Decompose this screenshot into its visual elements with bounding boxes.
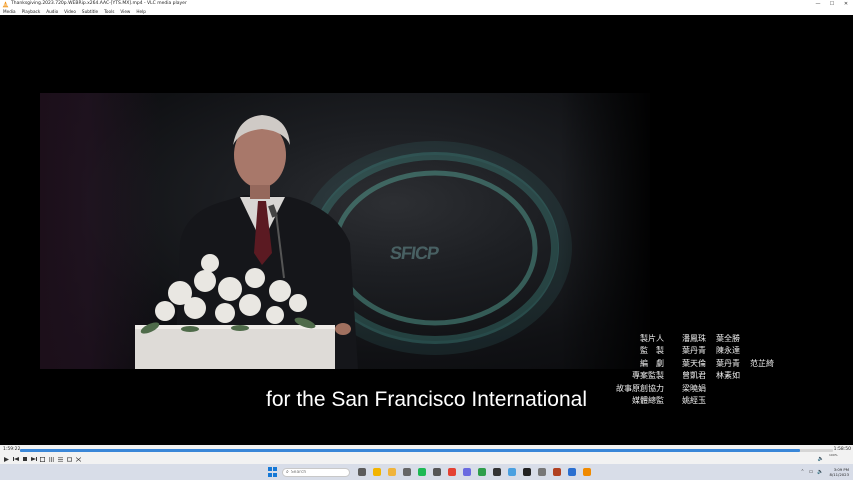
taskbar-app-icon[interactable] (402, 468, 411, 476)
control-buttons (0, 455, 83, 463)
video-frame: SFICP (40, 93, 650, 369)
menu-video[interactable]: Video (64, 8, 76, 15)
search-input[interactable] (290, 469, 341, 475)
skip-back-icon (12, 457, 19, 461)
loop-button[interactable] (65, 455, 74, 463)
windows-logo-icon (268, 467, 272, 471)
subtitle-text: for the San Francisco International (265, 388, 587, 411)
search-icon: ⌕ (286, 469, 289, 475)
vlc-cone-icon (2, 0, 9, 7)
play-button[interactable] (2, 455, 11, 463)
taskbar-app-icon[interactable] (522, 468, 531, 476)
chevron-up-icon[interactable]: ⌃ (800, 469, 804, 475)
volume-control[interactable]: 🔈 100% (818, 453, 848, 471)
video-area[interactable]: SFICP 製片人 潘鳳珠 葉全勝 監 製 葉丹青 陳永達 編 劇 葉天倫 葉丹青 范芷… (0, 15, 853, 445)
credit-row: 製片人 潘鳳珠 葉全勝 (640, 333, 740, 343)
maximize-button[interactable]: ☐ (825, 0, 839, 8)
taskbar-app-icon[interactable] (477, 468, 486, 476)
seek-progress (20, 448, 801, 452)
window-title: Thanksgiving.2023.720p.WEBRip.x264.AAC-[… (11, 1, 187, 6)
menu-playback[interactable]: Playback (22, 8, 41, 15)
total-time[interactable]: 1:58:50 (834, 447, 851, 452)
menu-view[interactable]: View (120, 8, 130, 15)
elapsed-time: 1:59:22 (3, 447, 21, 452)
taskbar-search[interactable]: ⌕ (282, 467, 350, 477)
system-tray: ⌃ ▭ 🔈 3:09 PM 8/11/2023 (796, 465, 849, 479)
speaker-icon[interactable]: 🔈 (818, 456, 824, 462)
window-controls: — ☐ ✕ (811, 0, 853, 8)
close-button[interactable]: ✕ (839, 0, 853, 8)
conference-logo: SFICP (388, 243, 440, 263)
taskbar-app-icon[interactable] (387, 468, 396, 476)
taskbar-app-icon[interactable] (447, 468, 456, 476)
network-icon[interactable]: ▭ (809, 469, 814, 475)
next-button[interactable] (29, 455, 38, 463)
taskbar-app-icon[interactable] (462, 468, 471, 476)
pinned-apps (354, 468, 594, 476)
volume-icon[interactable]: 🔈 (817, 469, 823, 475)
equalizer-icon (49, 456, 54, 462)
clock-date: 8/11/2023 (829, 472, 849, 477)
menu-audio[interactable]: Audio (46, 8, 58, 15)
menu-bar: Media Playback Audio Video Subtitle Tool… (0, 8, 853, 15)
menu-subtitle[interactable]: Subtitle (82, 8, 98, 15)
credit-row: 監 製 葉丹青 陳永達 (640, 346, 740, 356)
player-controls: 1:59:22 1:58:50 🔈 100% (0, 445, 853, 471)
right-shade (560, 93, 650, 369)
taskbar-app-icon[interactable] (582, 468, 591, 476)
start-button[interactable] (268, 467, 278, 477)
title-bar: Thanksgiving.2023.720p.WEBRip.x264.AAC-[… (0, 0, 853, 8)
shuffle-button[interactable] (74, 455, 83, 463)
volume-slider[interactable]: 100% (826, 453, 848, 471)
menu-media[interactable]: Media (3, 8, 16, 15)
stop-icon (22, 457, 27, 461)
taskbar-app-icon[interactable] (372, 468, 381, 476)
seek-bar[interactable] (20, 448, 833, 452)
fullscreen-button[interactable] (38, 455, 47, 463)
extended-settings-button[interactable] (47, 455, 56, 463)
playlist-button[interactable] (56, 455, 65, 463)
menu-help[interactable]: Help (136, 8, 146, 15)
fullscreen-icon (40, 456, 45, 462)
taskbar-app-icon[interactable] (357, 468, 366, 476)
menu-tools[interactable]: Tools (104, 8, 114, 15)
vlc-window: Thanksgiving.2023.720p.WEBRip.x264.AAC-[… (0, 0, 853, 480)
taskbar-app-icon[interactable] (432, 468, 441, 476)
clock[interactable]: 3:09 PM 8/11/2023 (830, 467, 849, 477)
taskbar-app-icon[interactable] (507, 468, 516, 476)
shuffle-icon (76, 456, 81, 462)
credit-row: 專案監製 曾凱君 林素如 (632, 371, 740, 381)
previous-button[interactable] (11, 455, 20, 463)
windows-taskbar: ⌕ ⌃ ▭ 🔈 3:09 PM 8/11/2023 (0, 464, 853, 480)
taskbar-app-icon[interactable] (552, 468, 561, 476)
taskbar-app-icon[interactable] (417, 468, 426, 476)
stop-button[interactable] (20, 455, 29, 463)
play-icon (4, 456, 9, 462)
scene-illustration (135, 115, 572, 369)
taskbar-app-icon[interactable] (492, 468, 501, 476)
volume-percent: 100% (829, 453, 838, 457)
taskbar-app-icon[interactable] (537, 468, 546, 476)
playlist-icon (58, 457, 63, 461)
minimize-button[interactable]: — (811, 0, 825, 8)
skip-forward-icon (30, 457, 37, 461)
loop-icon (67, 457, 72, 462)
taskbar-app-icon[interactable] (567, 468, 576, 476)
taskbar-center: ⌕ (268, 466, 594, 478)
credit-row: 編 劇 葉天倫 葉丹青 范芷綺 (640, 358, 774, 368)
